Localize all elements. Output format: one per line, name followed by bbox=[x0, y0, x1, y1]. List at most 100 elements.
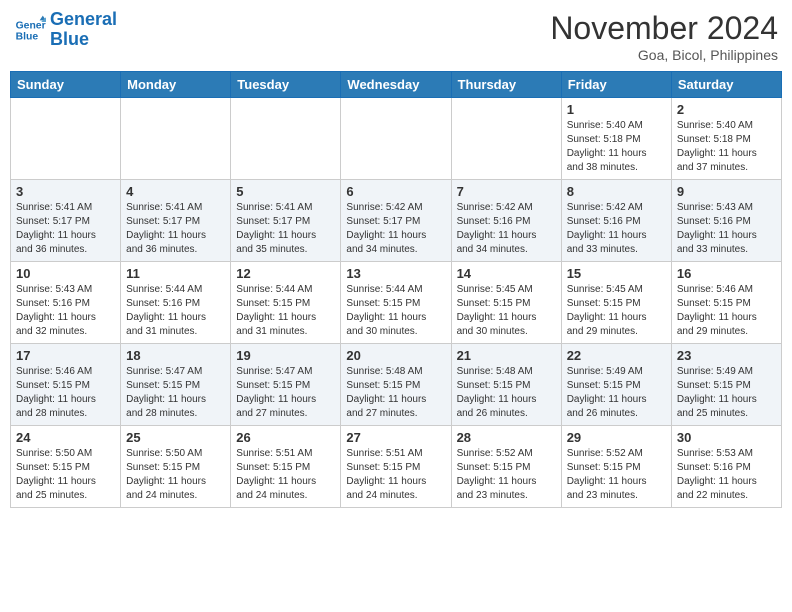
calendar-cell: 26 Sunrise: 5:51 AM Sunset: 5:15 PM Dayli… bbox=[231, 426, 341, 508]
day-info: Sunrise: 5:51 AM Sunset: 5:15 PM Dayligh… bbox=[346, 447, 445, 503]
day-number: 11 bbox=[126, 266, 225, 281]
day-number: 2 bbox=[677, 102, 776, 117]
day-number: 3 bbox=[16, 184, 115, 199]
calendar-cell: 11 Sunrise: 5:44 AM Sunset: 5:16 PM Dayli… bbox=[121, 262, 231, 344]
calendar-cell: 23 Sunrise: 5:49 AM Sunset: 5:15 PM Dayli… bbox=[671, 344, 781, 426]
calendar-week-row: 1 Sunrise: 5:40 AM Sunset: 5:18 PM Daylig… bbox=[11, 98, 782, 180]
calendar-cell: 8Sunrise: 5:42 AM Sunset: 5:16 PM Daylig… bbox=[561, 180, 671, 262]
day-info: Sunrise: 5:48 AM Sunset: 5:15 PM Dayligh… bbox=[457, 365, 556, 421]
day-number: 17 bbox=[16, 348, 115, 363]
day-info: Sunrise: 5:49 AM Sunset: 5:15 PM Dayligh… bbox=[567, 365, 666, 421]
weekday-header-thursday: Thursday bbox=[451, 72, 561, 98]
calendar-cell bbox=[451, 98, 561, 180]
calendar-cell: 10Sunrise: 5:43 AM Sunset: 5:16 PM Dayli… bbox=[11, 262, 121, 344]
calendar-cell: 22 Sunrise: 5:49 AM Sunset: 5:15 PM Dayli… bbox=[561, 344, 671, 426]
calendar-week-row: 24 Sunrise: 5:50 AM Sunset: 5:15 PM Dayli… bbox=[11, 426, 782, 508]
calendar-week-row: 3 Sunrise: 5:41 AM Sunset: 5:17 PM Daylig… bbox=[11, 180, 782, 262]
weekday-header-monday: Monday bbox=[121, 72, 231, 98]
calendar-cell: 17 Sunrise: 5:46 AM Sunset: 5:15 PM Dayli… bbox=[11, 344, 121, 426]
calendar-cell: 3 Sunrise: 5:41 AM Sunset: 5:17 PM Daylig… bbox=[11, 180, 121, 262]
calendar-cell: 28 Sunrise: 5:52 AM Sunset: 5:15 PM Dayli… bbox=[451, 426, 561, 508]
day-info: Sunrise: 5:42 AM Sunset: 5:17 PM Dayligh… bbox=[346, 201, 445, 257]
day-info: Sunrise: 5:47 AM Sunset: 5:15 PM Dayligh… bbox=[126, 365, 225, 421]
day-number: 25 bbox=[126, 430, 225, 445]
day-number: 4 bbox=[126, 184, 225, 199]
location: Goa, Bicol, Philippines bbox=[550, 47, 778, 63]
calendar-week-row: 17 Sunrise: 5:46 AM Sunset: 5:15 PM Dayli… bbox=[11, 344, 782, 426]
logo-icon: General Blue bbox=[14, 14, 46, 46]
day-number: 22 bbox=[567, 348, 666, 363]
calendar-cell: 30Sunrise: 5:53 AM Sunset: 5:16 PM Dayli… bbox=[671, 426, 781, 508]
calendar-cell: 18 Sunrise: 5:47 AM Sunset: 5:15 PM Dayli… bbox=[121, 344, 231, 426]
day-number: 7 bbox=[457, 184, 556, 199]
calendar-cell: 24 Sunrise: 5:50 AM Sunset: 5:15 PM Dayli… bbox=[11, 426, 121, 508]
logo: General Blue General Blue bbox=[14, 10, 117, 50]
calendar-cell: 13 Sunrise: 5:44 AM Sunset: 5:15 PM Dayli… bbox=[341, 262, 451, 344]
day-number: 14 bbox=[457, 266, 556, 281]
calendar-cell bbox=[341, 98, 451, 180]
weekday-header-sunday: Sunday bbox=[11, 72, 121, 98]
day-info: Sunrise: 5:41 AM Sunset: 5:17 PM Dayligh… bbox=[126, 201, 225, 257]
day-info: Sunrise: 5:45 AM Sunset: 5:15 PM Dayligh… bbox=[457, 283, 556, 339]
day-number: 26 bbox=[236, 430, 335, 445]
day-info: Sunrise: 5:46 AM Sunset: 5:15 PM Dayligh… bbox=[16, 365, 115, 421]
calendar-table: SundayMondayTuesdayWednesdayThursdayFrid… bbox=[10, 71, 782, 508]
calendar-cell: 25Sunrise: 5:50 AM Sunset: 5:15 PM Dayli… bbox=[121, 426, 231, 508]
day-number: 23 bbox=[677, 348, 776, 363]
calendar-cell: 27Sunrise: 5:51 AM Sunset: 5:15 PM Dayli… bbox=[341, 426, 451, 508]
day-info: Sunrise: 5:46 AM Sunset: 5:15 PM Dayligh… bbox=[677, 283, 776, 339]
day-info: Sunrise: 5:41 AM Sunset: 5:17 PM Dayligh… bbox=[16, 201, 115, 257]
day-info: Sunrise: 5:47 AM Sunset: 5:15 PM Dayligh… bbox=[236, 365, 335, 421]
svg-text:Blue: Blue bbox=[16, 31, 39, 42]
day-number: 24 bbox=[16, 430, 115, 445]
day-number: 28 bbox=[457, 430, 556, 445]
day-info: Sunrise: 5:51 AM Sunset: 5:15 PM Dayligh… bbox=[236, 447, 335, 503]
calendar-cell: 29 Sunrise: 5:52 AM Sunset: 5:15 PM Dayli… bbox=[561, 426, 671, 508]
day-info: Sunrise: 5:49 AM Sunset: 5:15 PM Dayligh… bbox=[677, 365, 776, 421]
calendar-cell bbox=[11, 98, 121, 180]
calendar-cell: 20Sunrise: 5:48 AM Sunset: 5:15 PM Dayli… bbox=[341, 344, 451, 426]
day-number: 16 bbox=[677, 266, 776, 281]
calendar-cell: 5 Sunrise: 5:41 AM Sunset: 5:17 PM Daylig… bbox=[231, 180, 341, 262]
day-number: 18 bbox=[126, 348, 225, 363]
day-info: Sunrise: 5:45 AM Sunset: 5:15 PM Dayligh… bbox=[567, 283, 666, 339]
day-info: Sunrise: 5:43 AM Sunset: 5:16 PM Dayligh… bbox=[677, 201, 776, 257]
day-info: Sunrise: 5:43 AM Sunset: 5:16 PM Dayligh… bbox=[16, 283, 115, 339]
day-number: 30 bbox=[677, 430, 776, 445]
calendar-cell: 19 Sunrise: 5:47 AM Sunset: 5:15 PM Dayli… bbox=[231, 344, 341, 426]
calendar-cell: 12Sunrise: 5:44 AM Sunset: 5:15 PM Dayli… bbox=[231, 262, 341, 344]
title-block: November 2024 Goa, Bicol, Philippines bbox=[550, 10, 778, 63]
day-info: Sunrise: 5:48 AM Sunset: 5:15 PM Dayligh… bbox=[346, 365, 445, 421]
day-info: Sunrise: 5:52 AM Sunset: 5:15 PM Dayligh… bbox=[567, 447, 666, 503]
day-info: Sunrise: 5:44 AM Sunset: 5:15 PM Dayligh… bbox=[346, 283, 445, 339]
weekday-header-tuesday: Tuesday bbox=[231, 72, 341, 98]
calendar-cell: 16 Sunrise: 5:46 AM Sunset: 5:15 PM Dayli… bbox=[671, 262, 781, 344]
day-info: Sunrise: 5:50 AM Sunset: 5:15 PM Dayligh… bbox=[16, 447, 115, 503]
day-info: Sunrise: 5:44 AM Sunset: 5:16 PM Dayligh… bbox=[126, 283, 225, 339]
day-number: 1 bbox=[567, 102, 666, 117]
day-number: 19 bbox=[236, 348, 335, 363]
day-number: 15 bbox=[567, 266, 666, 281]
calendar-cell: 7Sunrise: 5:42 AM Sunset: 5:16 PM Daylig… bbox=[451, 180, 561, 262]
day-number: 8 bbox=[567, 184, 666, 199]
day-info: Sunrise: 5:40 AM Sunset: 5:18 PM Dayligh… bbox=[677, 119, 776, 175]
calendar-week-row: 10Sunrise: 5:43 AM Sunset: 5:16 PM Dayli… bbox=[11, 262, 782, 344]
weekday-header-row: SundayMondayTuesdayWednesdayThursdayFrid… bbox=[11, 72, 782, 98]
day-number: 9 bbox=[677, 184, 776, 199]
day-info: Sunrise: 5:40 AM Sunset: 5:18 PM Dayligh… bbox=[567, 119, 666, 175]
calendar-cell: 2 Sunrise: 5:40 AM Sunset: 5:18 PM Daylig… bbox=[671, 98, 781, 180]
weekday-header-saturday: Saturday bbox=[671, 72, 781, 98]
weekday-header-friday: Friday bbox=[561, 72, 671, 98]
day-info: Sunrise: 5:41 AM Sunset: 5:17 PM Dayligh… bbox=[236, 201, 335, 257]
day-info: Sunrise: 5:44 AM Sunset: 5:15 PM Dayligh… bbox=[236, 283, 335, 339]
page-header: General Blue General Blue November 2024 … bbox=[10, 10, 782, 63]
calendar-cell: 15 Sunrise: 5:45 AM Sunset: 5:15 PM Dayli… bbox=[561, 262, 671, 344]
day-number: 5 bbox=[236, 184, 335, 199]
calendar-cell: 14 Sunrise: 5:45 AM Sunset: 5:15 PM Dayli… bbox=[451, 262, 561, 344]
day-info: Sunrise: 5:52 AM Sunset: 5:15 PM Dayligh… bbox=[457, 447, 556, 503]
day-number: 13 bbox=[346, 266, 445, 281]
calendar-cell: 6Sunrise: 5:42 AM Sunset: 5:17 PM Daylig… bbox=[341, 180, 451, 262]
calendar-cell: 4 Sunrise: 5:41 AM Sunset: 5:17 PM Daylig… bbox=[121, 180, 231, 262]
day-number: 29 bbox=[567, 430, 666, 445]
day-number: 21 bbox=[457, 348, 556, 363]
